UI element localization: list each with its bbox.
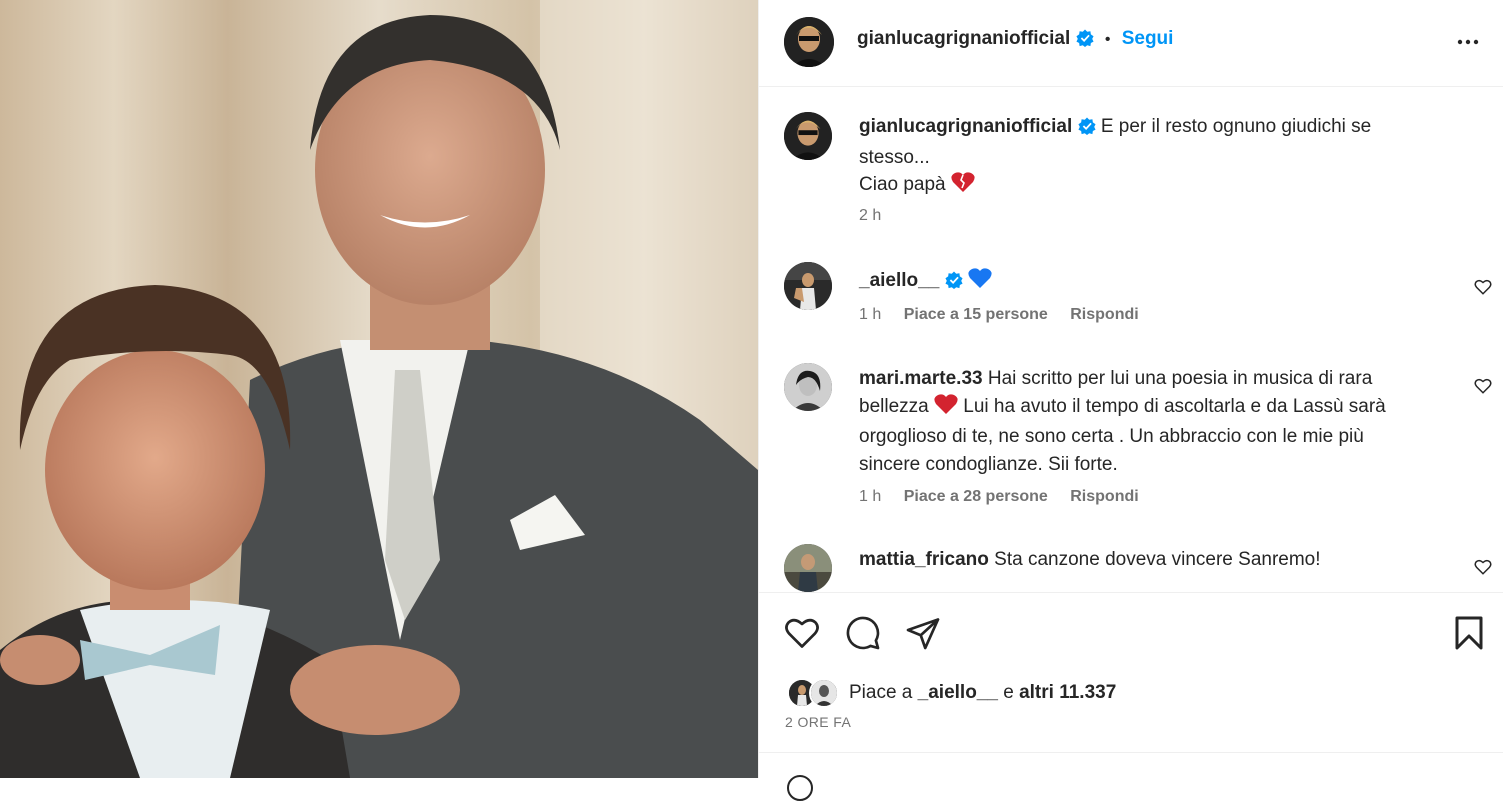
- comment-likes[interactable]: Piace a 15 persone: [904, 306, 1048, 323]
- blue-heart-icon: [968, 267, 992, 298]
- commenter-avatar[interactable]: [784, 363, 832, 411]
- liker-avatar[interactable]: [809, 678, 839, 708]
- likes-text: Piace a _aiello__ e altri 11.337: [849, 682, 1116, 704]
- verified-badge-icon: [945, 270, 963, 298]
- caption-time: 2 h: [859, 207, 882, 224]
- comment-username[interactable]: _aiello__: [859, 270, 939, 291]
- broken-heart-icon: [951, 171, 975, 202]
- verified-badge-icon: [1075, 29, 1094, 53]
- share-icon[interactable]: [905, 615, 941, 656]
- comment-text: mari.marte.33 Hai scritto per lui una po…: [859, 365, 1419, 478]
- author-row: gianlucagrignaniofficial • Segui: [857, 28, 1173, 53]
- comment-meta: 1 h Piace a 28 persone Rispondi: [859, 488, 1157, 506]
- commenter-avatar[interactable]: [784, 544, 832, 592]
- reply-button[interactable]: Rispondi: [1070, 488, 1138, 505]
- likes-liker[interactable]: _aiello__: [918, 682, 998, 703]
- post-panel: gianlucagrignaniofficial • Segui gianluc…: [758, 0, 1503, 801]
- author-username[interactable]: gianlucagrignaniofficial: [857, 28, 1070, 49]
- comment-likes[interactable]: Piace a 28 persone: [904, 488, 1048, 505]
- comment-time: 1 h: [859, 488, 882, 505]
- caption-line-2: Ciao papà: [859, 174, 946, 195]
- post-photo-image: [0, 0, 758, 778]
- add-comment-bar[interactable]: [759, 752, 1503, 801]
- post-header: gianlucagrignaniofficial • Segui: [759, 0, 1503, 87]
- likes-others[interactable]: altri 11.337: [1019, 682, 1116, 703]
- action-bar: [759, 592, 1503, 673]
- save-icon[interactable]: [1453, 615, 1485, 656]
- comment-icon[interactable]: [845, 615, 881, 656]
- commenter-avatar[interactable]: [784, 262, 832, 310]
- comments-section[interactable]: gianlucagrignaniofficial E per il resto …: [759, 87, 1503, 592]
- follow-button[interactable]: Segui: [1122, 28, 1174, 49]
- like-icon[interactable]: [783, 615, 821, 656]
- likes-mid: e: [1003, 682, 1014, 703]
- comment-text: mattia_fricano Sta canzone doveva vincer…: [859, 546, 1419, 574]
- red-heart-icon: [934, 393, 958, 424]
- comment-like-icon[interactable]: [1474, 278, 1492, 301]
- comment-time: 1 h: [859, 306, 882, 323]
- comment-like-icon[interactable]: [1474, 558, 1492, 581]
- comment-meta: 1 h Piace a 15 persone Rispondi: [859, 306, 1157, 324]
- caption-text: gianlucagrignaniofficial E per il resto …: [859, 113, 1419, 202]
- comment-username[interactable]: mattia_fricano: [859, 549, 989, 570]
- likes-prefix: Piace a: [849, 682, 913, 703]
- author-avatar[interactable]: [784, 17, 834, 67]
- comment-text-c: Sta canzone doveva vincere Sanremo!: [994, 549, 1321, 570]
- comment-username[interactable]: mari.marte.33: [859, 368, 983, 389]
- reply-button[interactable]: Rispondi: [1070, 306, 1138, 323]
- caption-username[interactable]: gianlucagrignaniofficial: [859, 116, 1072, 137]
- comment-like-icon[interactable]: [1474, 377, 1492, 400]
- post-photo[interactable]: [0, 0, 758, 778]
- caption-meta: 2 h: [859, 207, 899, 225]
- verified-badge-icon: [1077, 116, 1096, 144]
- post-date: 2 ORE FA: [785, 714, 852, 730]
- separator-dot: •: [1104, 31, 1111, 48]
- more-options-icon[interactable]: [1456, 30, 1480, 59]
- comment-text: _aiello__: [859, 267, 1419, 298]
- caption-avatar[interactable]: [784, 112, 832, 160]
